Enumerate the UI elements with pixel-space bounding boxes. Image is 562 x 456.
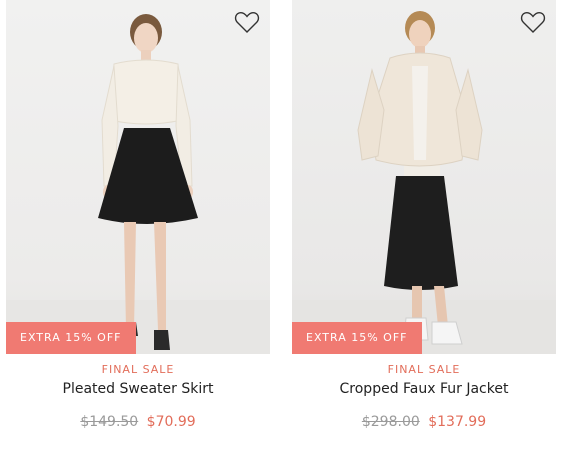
product-photo <box>292 11 556 354</box>
product-name[interactable]: Pleated Sweater Skirt <box>6 381 270 397</box>
product-name[interactable]: Cropped Faux Fur Jacket <box>292 381 556 397</box>
favorite-heart-icon[interactable] <box>520 10 546 34</box>
original-price: $298.00 <box>361 414 420 430</box>
product-card[interactable]: EXTRA 15% OFF FINAL SALE Pleated Sweater… <box>6 0 270 430</box>
original-price: $149.50 <box>80 414 139 430</box>
discount-badge: EXTRA 15% OFF <box>6 322 136 354</box>
price-block: $149.50 $70.99 <box>6 414 270 430</box>
final-sale-label: FINAL SALE <box>101 363 175 376</box>
product-card[interactable]: EXTRA 15% OFF FINAL SALE Cropped Faux Fu… <box>292 0 556 430</box>
product-info: FINAL SALE Cropped Faux Fur Jacket $298.… <box>292 363 556 430</box>
discount-badge: EXTRA 15% OFF <box>292 322 422 354</box>
product-photo <box>6 14 270 354</box>
product-info: FINAL SALE Pleated Sweater Skirt $149.50… <box>6 363 270 430</box>
product-image[interactable]: EXTRA 15% OFF <box>292 0 556 354</box>
product-image[interactable]: EXTRA 15% OFF <box>6 0 270 354</box>
price-block: $298.00 $137.99 <box>292 414 556 430</box>
sale-price: $70.99 <box>146 414 196 430</box>
favorite-heart-icon[interactable] <box>234 10 260 34</box>
sale-price: $137.99 <box>428 414 487 430</box>
final-sale-label: FINAL SALE <box>387 363 461 376</box>
